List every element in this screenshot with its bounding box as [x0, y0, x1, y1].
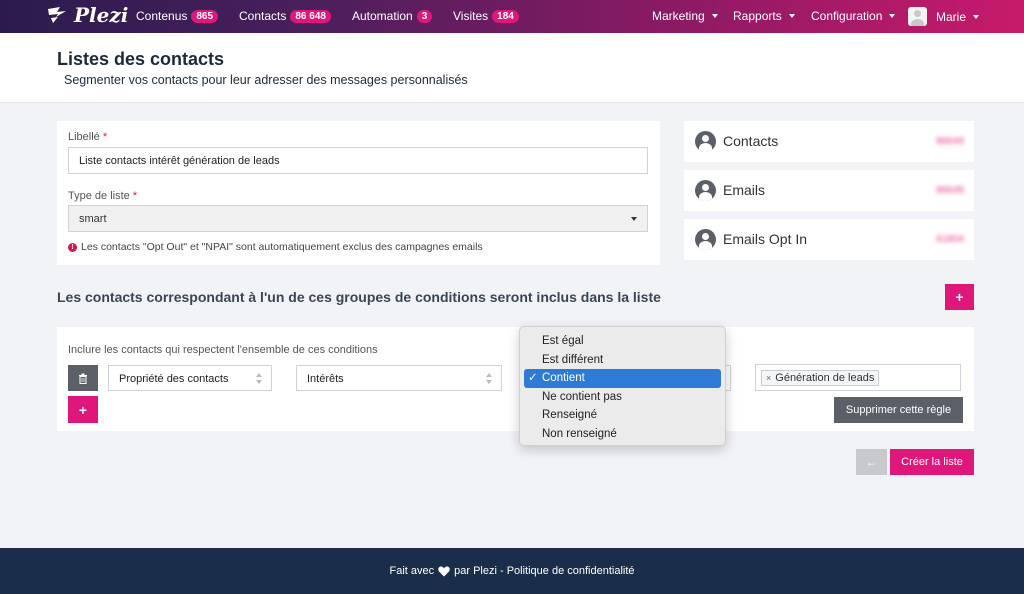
- nav-contacts-badge: 86 648: [290, 9, 331, 23]
- page-header: Listes des contacts Segmenter vos contac…: [0, 33, 1024, 103]
- user-circle-icon: [695, 131, 716, 152]
- nav-contenus-label: Contenus: [136, 9, 188, 23]
- footer-privacy-link[interactable]: par Plezi - Politique de confidentialité: [454, 565, 634, 577]
- libelle-label: Libellé *: [68, 131, 107, 143]
- optout-notice-text: Les contacts "Opt Out" et "NPAI" sont au…: [81, 241, 483, 253]
- property-select[interactable]: Propriété des contacts: [108, 365, 272, 391]
- operator-option[interactable]: Est différent: [524, 351, 721, 370]
- check-icon: ✓: [528, 372, 538, 384]
- user-menu[interactable]: Marie: [908, 7, 980, 26]
- nav-contacts[interactable]: Contacts 86 648: [239, 9, 331, 23]
- stat-emails-optin-label: Emails Opt In: [723, 231, 808, 247]
- remove-tag-icon[interactable]: ×: [766, 373, 771, 383]
- plezi-logo-icon: [48, 7, 66, 23]
- nav-marketing-menu[interactable]: Marketing: [652, 9, 718, 23]
- conditions-card: Inclure les contacts qui respectent l'en…: [57, 327, 974, 431]
- nav-automation-label: Automation: [352, 9, 413, 23]
- chevron-down-icon: [711, 14, 718, 18]
- operator-option[interactable]: Non renseigné: [524, 425, 721, 444]
- stat-emails-optin: Emails Opt In 61804: [684, 219, 974, 260]
- top-navbar: Plezi Contenus 865 Contacts 86 648 Autom…: [0, 0, 1024, 33]
- arrow-left-icon: ←: [865, 455, 878, 469]
- nav-visites-label: Visites: [453, 9, 489, 23]
- user-circle-icon: [695, 180, 716, 201]
- required-mark: *: [132, 190, 138, 202]
- nav-configuration-label: Configuration: [811, 9, 883, 23]
- stat-contacts: Contacts 86649: [684, 121, 974, 162]
- page-title: Listes des contacts: [57, 49, 225, 69]
- operator-option[interactable]: Renseigné: [524, 406, 721, 425]
- property-select-value: Propriété des contacts: [119, 373, 229, 385]
- value-tag: × Génération de leads: [761, 370, 880, 386]
- page-footer: Fait avec par Plezi - Politique de confi…: [0, 548, 1024, 594]
- back-button[interactable]: ←: [856, 449, 887, 475]
- conditions-caption: Inclure les contacts qui respectent l'en…: [68, 344, 378, 356]
- plezi-logo[interactable]: Plezi: [46, 3, 128, 27]
- libelle-input[interactable]: Liste contacts intérêt génération de lea…: [68, 147, 648, 174]
- nav-automation[interactable]: Automation 3: [352, 9, 433, 23]
- nav-visites[interactable]: Visites 184: [453, 9, 519, 23]
- chevron-down-icon: [973, 14, 980, 19]
- operator-option[interactable]: Est égal: [524, 332, 721, 351]
- nav-rapports-label: Rapports: [733, 9, 782, 23]
- delete-condition-button[interactable]: [68, 365, 98, 391]
- operator-dropdown-menu: Est égal Est différent ✓ Contient Ne con…: [519, 326, 726, 446]
- nav-configuration-menu[interactable]: Configuration: [811, 9, 896, 23]
- stat-contacts-label: Contacts: [723, 133, 779, 149]
- exclamation-circle-icon: !: [68, 242, 77, 252]
- logo-text: Plezi: [74, 3, 129, 27]
- nav-contacts-label: Contacts: [239, 9, 287, 23]
- value-tag-label: Génération de leads: [775, 372, 875, 384]
- nav-visites-badge: 184: [492, 9, 519, 23]
- type-label: Type de liste *: [68, 190, 137, 202]
- type-label-text: Type de liste: [68, 190, 130, 202]
- add-rule-button[interactable]: +: [68, 396, 98, 423]
- stat-emails-value: 86649: [936, 185, 964, 196]
- footer-prefix: Fait avec: [389, 565, 435, 577]
- trash-icon: [79, 373, 87, 384]
- field-select-value: Intérêts: [307, 373, 344, 385]
- add-group-button[interactable]: +: [945, 284, 974, 310]
- conditions-section-title: Les contacts correspondant à l'un de ces…: [57, 289, 661, 305]
- nav-rapports-menu[interactable]: Rapports: [733, 9, 795, 23]
- type-select-value: smart: [79, 213, 107, 225]
- optout-notice: ! Les contacts "Opt Out" et "NPAI" sont …: [68, 241, 483, 253]
- page-subtitle: Segmenter vos contacts pour leur adresse…: [64, 73, 468, 87]
- required-mark: *: [102, 131, 108, 143]
- operator-option-selected[interactable]: ✓ Contient: [524, 369, 721, 388]
- nav-marketing-label: Marketing: [652, 9, 705, 23]
- nav-contenus-badge: 865: [191, 9, 219, 23]
- stat-emails-label: Emails: [723, 182, 766, 198]
- chevron-down-icon: [889, 14, 896, 18]
- chevron-down-icon: [631, 217, 637, 221]
- create-list-button[interactable]: Créer la liste: [890, 449, 974, 475]
- nav-contenus[interactable]: Contenus 865: [136, 9, 219, 23]
- operator-option[interactable]: Ne contient pas: [524, 388, 721, 407]
- updown-arrows-icon: [486, 373, 492, 385]
- updown-arrows-icon: [256, 373, 262, 385]
- delete-rule-button[interactable]: Supprimer cette règle: [834, 397, 963, 423]
- user-name: Marie: [936, 9, 967, 24]
- heart-icon: [438, 566, 450, 576]
- value-tags-input[interactable]: × Génération de leads: [755, 364, 961, 391]
- stat-emails: Emails 86649: [684, 170, 974, 211]
- stat-emails-optin-value: 61804: [936, 234, 964, 245]
- user-circle-icon: [695, 229, 716, 250]
- operator-option-label: Contient: [542, 372, 585, 384]
- avatar: [908, 7, 927, 26]
- type-select[interactable]: smart: [68, 205, 648, 232]
- libelle-label-text: Libellé: [68, 131, 100, 143]
- chevron-down-icon: [788, 14, 795, 18]
- list-form-card: Libellé * Liste contacts intérêt générat…: [57, 121, 660, 265]
- nav-automation-badge: 3: [416, 9, 433, 23]
- field-select[interactable]: Intérêts: [296, 365, 502, 391]
- stat-contacts-value: 86649: [936, 136, 964, 147]
